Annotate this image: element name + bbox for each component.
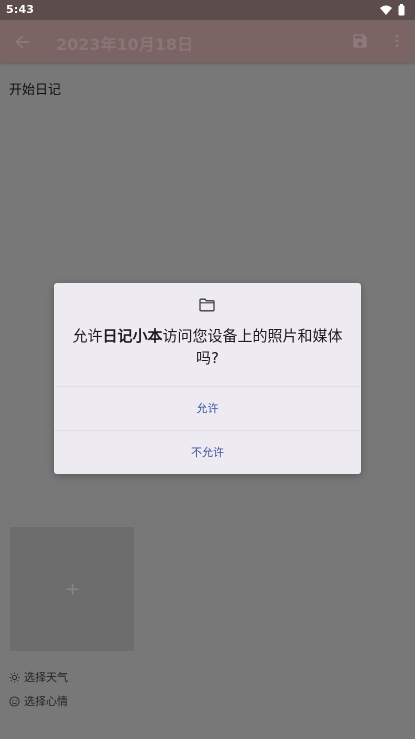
add-image-button[interactable]: +	[10, 527, 134, 651]
allow-button[interactable]: 允许	[54, 387, 361, 430]
plus-icon: +	[65, 579, 81, 600]
status-bar: 5:43	[0, 0, 415, 20]
dialog-app-name: 日记小本	[102, 327, 163, 345]
smiley-icon	[9, 695, 20, 707]
select-weather-label: 选择天气	[24, 671, 68, 684]
status-time: 5:43	[6, 3, 35, 16]
status-icons	[380, 4, 405, 16]
wifi-icon	[380, 5, 392, 15]
more-vert-icon[interactable]	[389, 32, 405, 50]
page-title: 2023年10月18日	[56, 35, 194, 54]
deny-button[interactable]: 不允许	[54, 431, 361, 474]
dialog-msg-suffix: 访问您设备上的照片和媒体吗?	[162, 327, 343, 367]
battery-icon	[398, 4, 405, 16]
select-mood-button[interactable]: 选择心情	[9, 693, 68, 709]
save-icon[interactable]	[351, 32, 369, 50]
dialog-message: 允许日记小本访问您设备上的照片和媒体吗?	[68, 325, 347, 369]
permission-dialog: 允许日记小本访问您设备上的照片和媒体吗? 允许 不允许	[54, 283, 361, 474]
back-arrow-icon[interactable]	[12, 32, 32, 52]
app-bar: 2023年10月18日	[0, 20, 415, 63]
folder-icon	[199, 298, 215, 312]
dialog-msg-prefix: 允许	[72, 327, 103, 345]
diary-text-area[interactable]: 开始日记	[9, 79, 61, 98]
sun-icon	[9, 671, 20, 683]
select-weather-button[interactable]: 选择天气	[9, 669, 68, 685]
select-mood-label: 选择心情	[24, 695, 68, 708]
